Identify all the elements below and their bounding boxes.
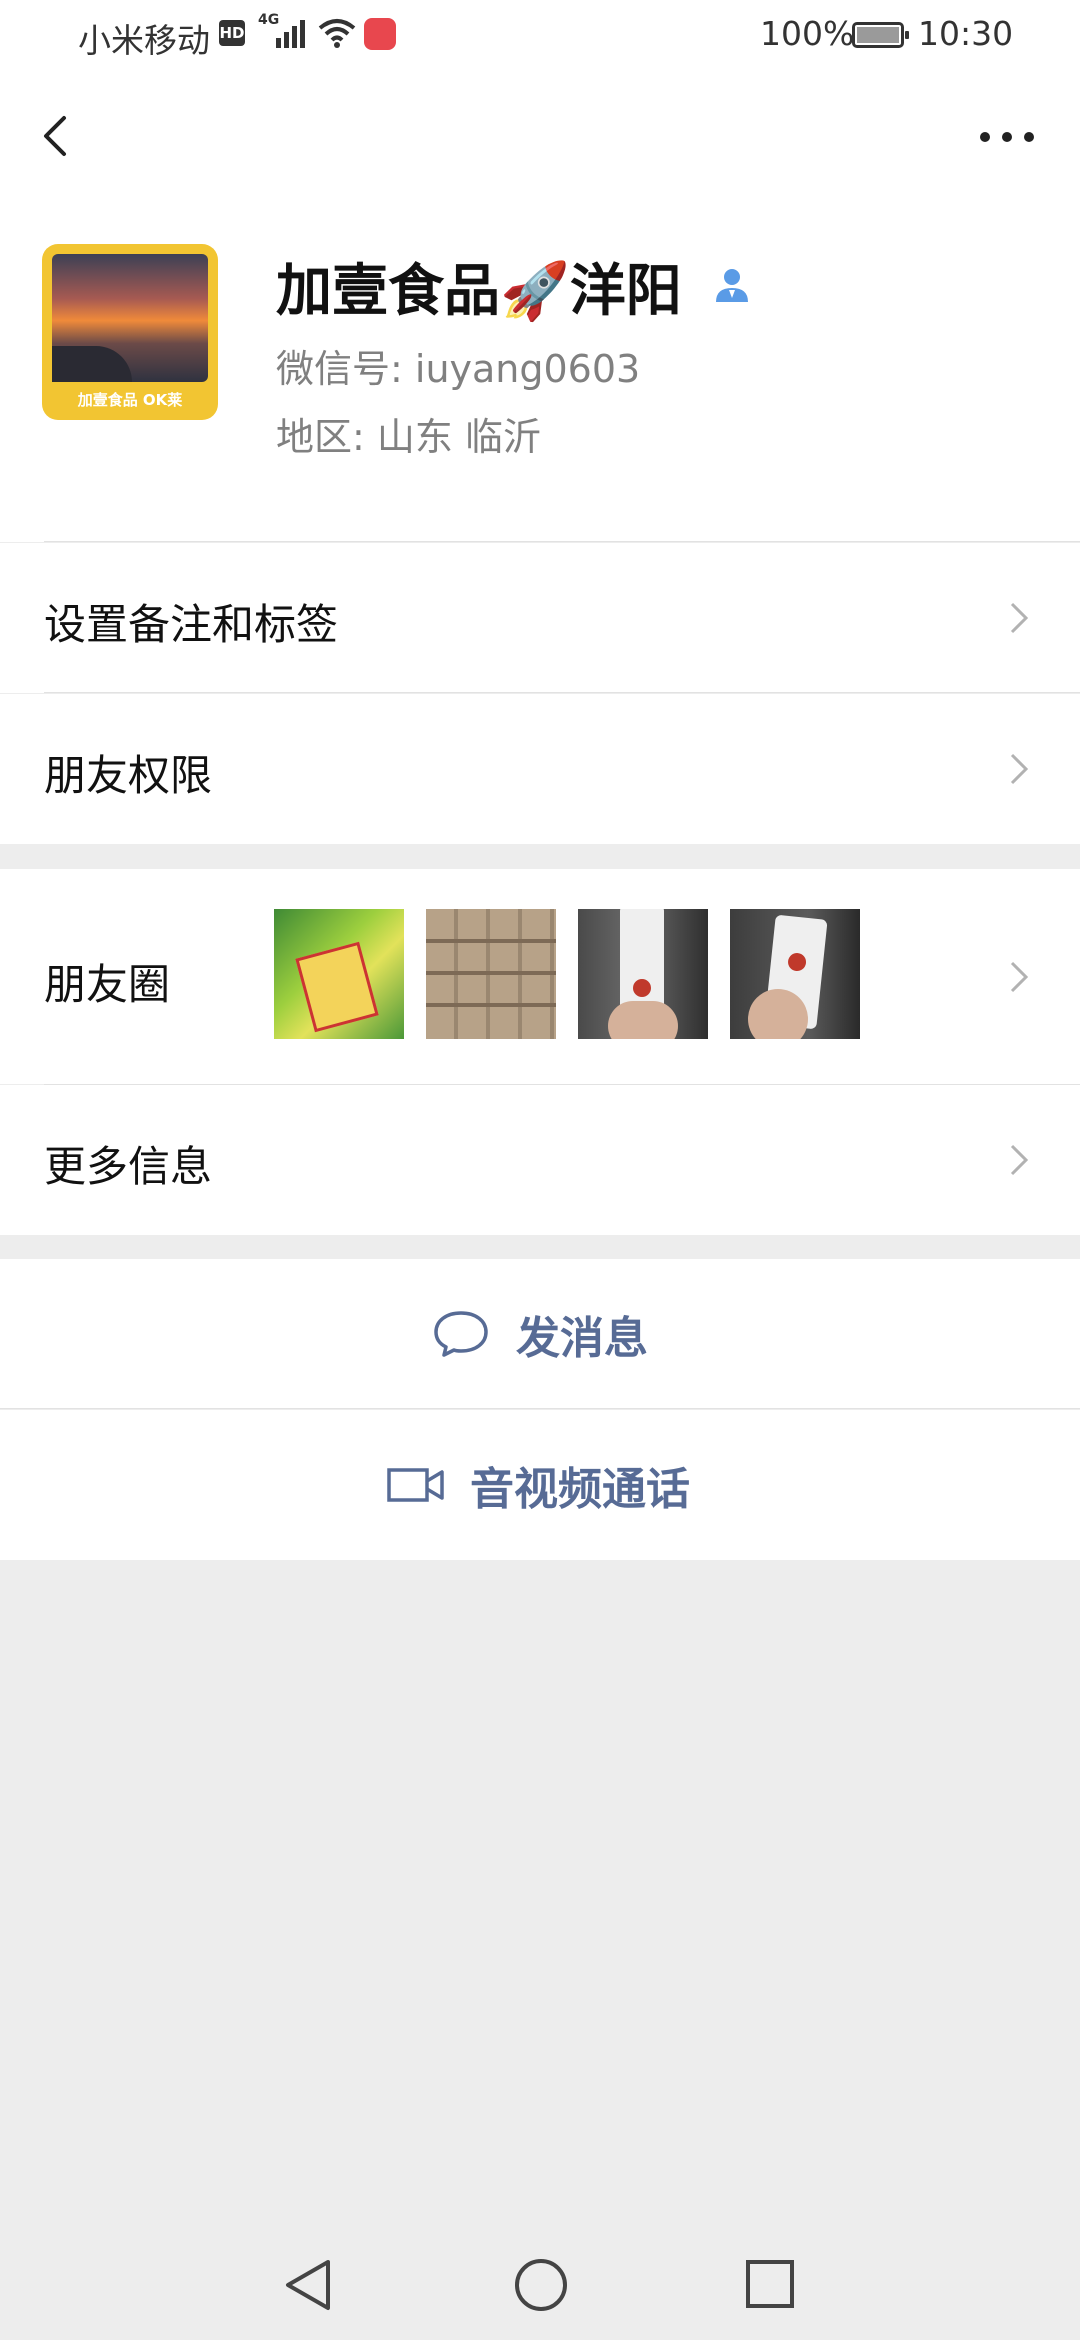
nickname-text-2: 洋阳 [569, 259, 682, 324]
video-call-button[interactable]: 音视频通话 [0, 1410, 1080, 1560]
nav-recents-icon[interactable] [744, 2258, 796, 2310]
send-message-button[interactable]: 发消息 [0, 1259, 1080, 1409]
battery-icon [852, 22, 909, 48]
chevron-right-icon [1010, 961, 1029, 993]
profile-header: 加壹食品 OK莱 加壹食品🚀洋阳 微信号: iuyang0603 地区: 山东 … [0, 202, 1080, 542]
chevron-right-icon [1010, 1144, 1029, 1176]
avatar-caption: 加壹食品 OK莱 [77, 391, 183, 409]
more-info-label: 更多信息 [44, 1142, 213, 1191]
chevron-right-icon [1010, 753, 1029, 785]
signal-icon [276, 18, 310, 48]
region: 地区: 山东 临沂 [276, 415, 541, 459]
nav-home-icon[interactable] [512, 2256, 570, 2314]
carrier-name: 小米移动 [78, 21, 210, 60]
divider [44, 692, 1080, 693]
send-message-label: 发消息 [516, 1313, 648, 1364]
friend-permissions-item[interactable]: 朋友权限 [0, 694, 1080, 844]
remark-tags-item[interactable]: 设置备注和标签 [0, 543, 1080, 693]
nav-back-icon[interactable] [280, 2256, 336, 2314]
app-notification-icon [364, 18, 396, 50]
moments-thumbnail [426, 909, 556, 1039]
divider [0, 1408, 1080, 1409]
nickname-text: 加壹食品 [276, 259, 500, 324]
video-call-label: 音视频通话 [470, 1464, 690, 1515]
more-options-icon[interactable] [970, 112, 1050, 162]
rocket-emoji: 🚀 [500, 259, 570, 324]
wifi-icon [318, 19, 356, 48]
back-icon[interactable] [28, 106, 88, 166]
status-bar: 小米移动 HD 4G 100% 10:30 [0, 0, 1080, 72]
divider [44, 541, 1080, 542]
person-icon [716, 269, 748, 302]
nav-bar [0, 72, 1080, 202]
moments-thumbnail [730, 909, 860, 1039]
moments-thumbnail [274, 909, 404, 1039]
video-camera-icon [387, 1468, 444, 1502]
chevron-right-icon [1010, 602, 1029, 634]
battery-percent: 100% [760, 14, 855, 53]
moments-label: 朋友圈 [44, 960, 171, 1009]
nickname: 加壹食品🚀洋阳 [276, 246, 682, 327]
clock: 10:30 [918, 14, 1014, 53]
remark-tags-label: 设置备注和标签 [44, 600, 339, 649]
more-info-item[interactable]: 更多信息 [0, 1085, 1080, 1235]
moments-item[interactable]: 朋友圈 [0, 869, 1080, 1085]
chat-bubble-icon [434, 1311, 488, 1357]
avatar-photo [52, 254, 208, 382]
friend-permissions-label: 朋友权限 [44, 751, 213, 800]
system-nav-bar [0, 2240, 1080, 2340]
wechat-id: 微信号: iuyang0603 [276, 347, 641, 391]
avatar[interactable]: 加壹食品 OK莱 [42, 244, 218, 420]
hd-badge: HD [219, 20, 245, 46]
moments-thumbnail [578, 909, 708, 1039]
